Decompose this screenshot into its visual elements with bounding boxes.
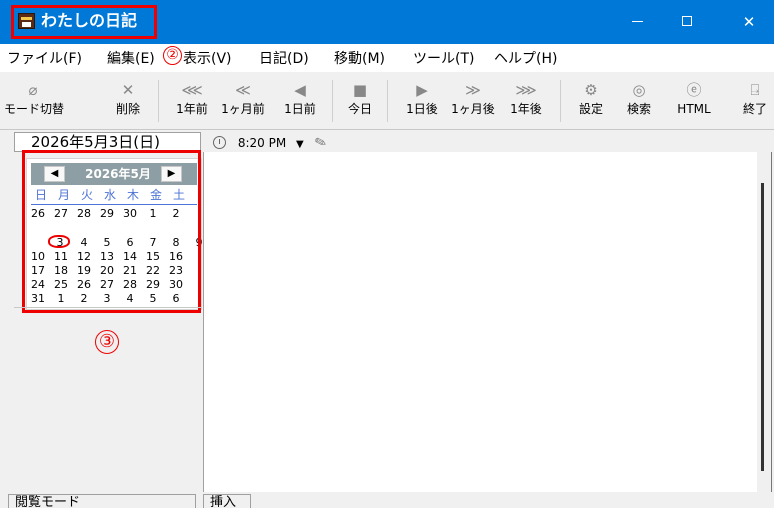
menu-move[interactable]: 移動(M) <box>334 50 385 68</box>
status-bar: 閲覧モード 挿入 <box>0 492 774 508</box>
annotation-marker-3: ③ <box>95 330 119 354</box>
time-value: 8:20 PM <box>237 136 287 150</box>
clock-icon <box>213 136 226 149</box>
annotation-marker-2: ② <box>163 46 182 65</box>
current-date-field[interactable]: 2026年5月3日(日) <box>14 132 201 152</box>
next-day-button[interactable]: ▶ 1日後 <box>402 79 442 117</box>
binoculars-icon: ◎ <box>632 81 646 99</box>
today-button[interactable]: ■ 今日 <box>343 79 377 117</box>
pen-icon[interactable]: ✎ <box>312 133 329 154</box>
calendar-divider <box>14 307 202 308</box>
minimize-button[interactable] <box>614 0 660 44</box>
triple-right-icon: ⋙ <box>515 81 537 99</box>
date-time-panel: 2026年5月3日(日) 8:20 PM ▼ ✎ <box>0 130 774 152</box>
diary-app-icon <box>18 13 35 29</box>
html-button[interactable]: ⓔ HTML <box>673 79 715 117</box>
insert-status: 挿入 <box>203 494 251 508</box>
application-window: わたしの日記 ✕ ファイル(F) 編集(E) ② 表示(V) 日記(D) 移動(… <box>0 0 774 508</box>
toolbar-separator <box>158 80 159 122</box>
calendar-highlight-box <box>22 150 201 313</box>
double-right-icon: ≫ <box>465 81 481 99</box>
menu-view[interactable]: 表示(V) <box>183 50 232 68</box>
minimize-icon <box>632 21 643 22</box>
maximize-button[interactable] <box>664 0 710 44</box>
left-triangle-icon: ◀ <box>294 81 306 99</box>
close-button[interactable]: ✕ <box>726 0 772 44</box>
previous-month-button[interactable]: ≪ 1ヶ月前 <box>219 79 267 117</box>
close-icon: ✕ <box>121 81 135 99</box>
previous-year-button[interactable]: ⋘ 1年前 <box>172 79 212 117</box>
exit-button[interactable]: ⍈ 終了 <box>738 79 772 117</box>
menu-bar: ファイル(F) 編集(E) ② 表示(V) 日記(D) 移動(M) ツール(T)… <box>0 44 774 72</box>
toolbar: ⌀ モード切替 ✕ 削除 ⋘ 1年前 ≪ 1ヶ月前 ◀ 1日前 ■ 今日 ▶ 1日後 ≫ 1ヶ月… <box>0 72 774 130</box>
time-selector[interactable]: 8:20 PM ▼ ✎ <box>213 134 353 152</box>
scroll-track-line <box>771 152 772 492</box>
wrench-icon: ⚙ <box>584 81 598 99</box>
window-title: わたしの日記 <box>41 11 138 30</box>
title-bar[interactable]: わたしの日記 ✕ <box>0 0 774 44</box>
double-left-icon: ≪ <box>235 81 251 99</box>
menu-file[interactable]: ファイル(F) <box>7 50 82 68</box>
square-icon: ■ <box>352 81 368 99</box>
scroll-thumb[interactable] <box>761 183 764 471</box>
right-triangle-icon: ▶ <box>416 81 428 99</box>
maximize-icon <box>682 16 692 26</box>
eraser-icon: ⌀ <box>28 81 38 99</box>
triple-left-icon: ⋘ <box>181 81 203 99</box>
menu-help[interactable]: ヘルプ(H) <box>494 50 557 68</box>
toolbar-separator <box>560 80 561 122</box>
settings-button[interactable]: ⚙ 設定 <box>574 79 608 117</box>
menu-tools[interactable]: ツール(T) <box>413 50 474 68</box>
mode-status: 閲覧モード <box>8 494 196 508</box>
next-month-button[interactable]: ≫ 1ヶ月後 <box>448 79 498 117</box>
diary-editor[interactable] <box>203 152 769 492</box>
previous-day-button[interactable]: ◀ 1日前 <box>280 79 320 117</box>
toolbar-separator <box>332 80 333 122</box>
close-icon: ✕ <box>742 13 756 31</box>
menu-diary[interactable]: 日記(D) <box>259 50 309 68</box>
next-year-button[interactable]: ⋙ 1年後 <box>506 79 546 117</box>
delete-button[interactable]: ✕ 削除 <box>110 79 146 117</box>
mode-switch-button[interactable]: ⌀ モード切替 <box>4 79 64 117</box>
toolbar-separator <box>387 80 388 122</box>
browser-icon: ⓔ <box>686 81 702 99</box>
search-button[interactable]: ◎ 検索 <box>621 79 657 117</box>
menu-edit[interactable]: 編集(E) <box>107 50 155 68</box>
vertical-scrollbar[interactable] <box>757 152 774 492</box>
exit-icon: ⍈ <box>750 81 760 99</box>
